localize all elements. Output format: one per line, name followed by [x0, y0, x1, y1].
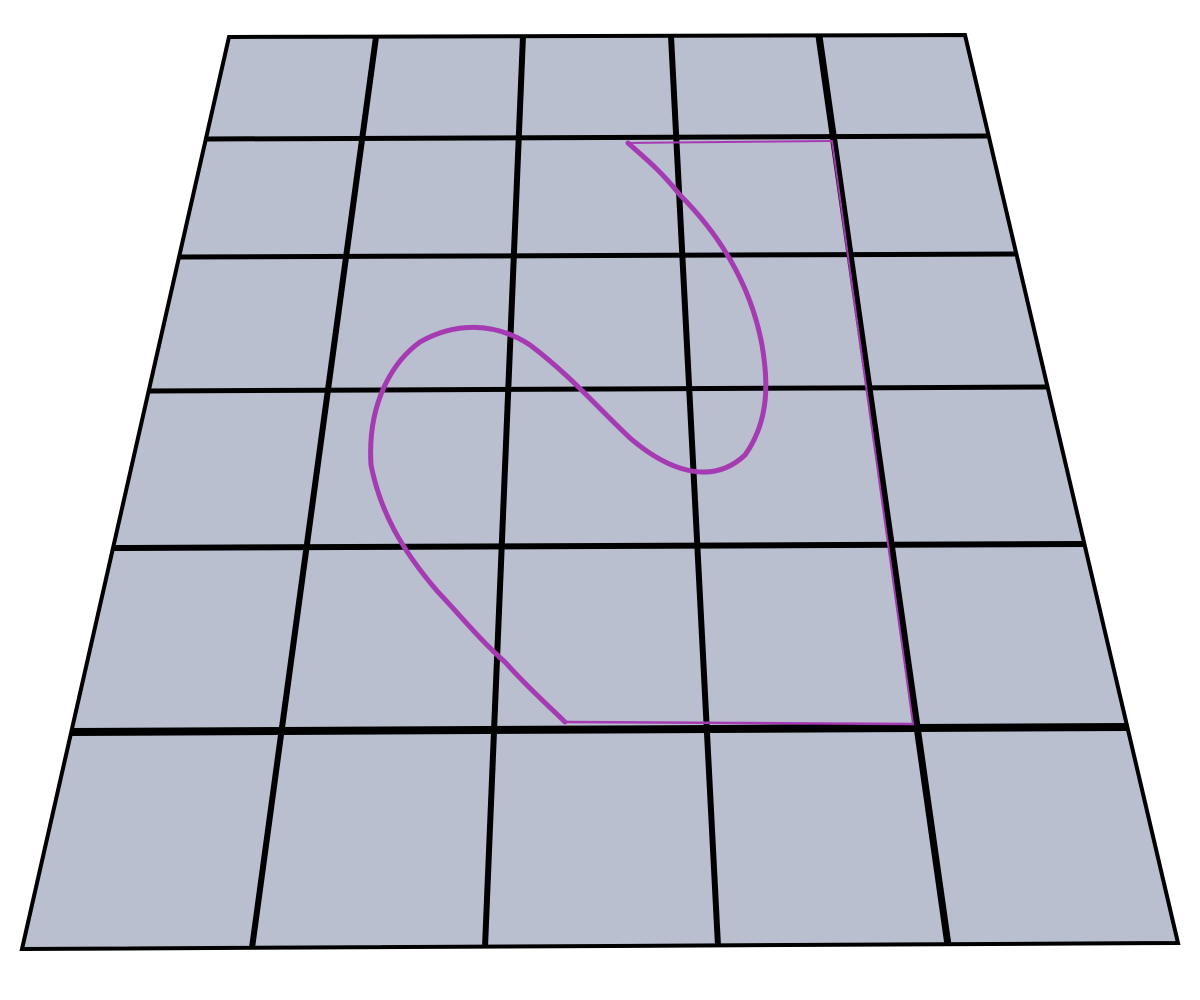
- grid-row-line-4: [112, 541, 1085, 551]
- grid-row-line-5: [70, 723, 1128, 736]
- grid-surface: [19, 32, 1181, 952]
- grid-row-line-1: [205, 133, 989, 142]
- grid-row-line-2: [179, 251, 1016, 260]
- perspective-grid-diagram: [19, 32, 1181, 952]
